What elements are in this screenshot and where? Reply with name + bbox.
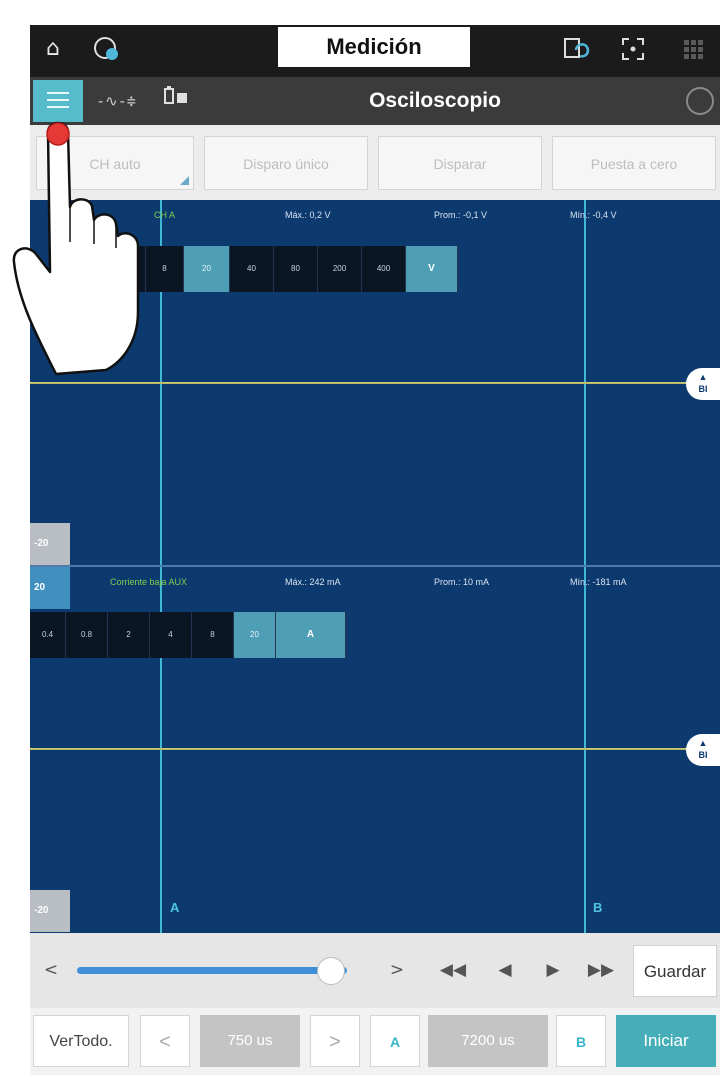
time-a-prev-button[interactable]: < [140,1015,190,1067]
channel1-marker-label: BI [698,384,708,394]
play-icon[interactable]: ▶ [536,953,570,987]
cursor-a-button[interactable]: A [370,1015,420,1067]
start-button[interactable]: Iniciar [616,1015,716,1067]
range-option[interactable]: 0.8 [66,612,108,658]
range-option[interactable]: 200 [318,246,362,292]
range-option[interactable]: 2 [108,612,150,658]
refresh-icon[interactable] [686,87,714,115]
tab-compare-icon[interactable] [148,80,204,122]
channel-divider [30,565,720,567]
channel2-marker-label: BI [698,750,708,760]
channel2-trace [30,748,690,750]
view-all-button[interactable]: VerTodo. [33,1015,129,1067]
vci-sync-icon[interactable] [560,34,590,64]
save-button[interactable]: Guardar [633,945,717,997]
range-option[interactable]: 80 [274,246,318,292]
screenshot-icon[interactable] [618,34,648,64]
range-option-selected[interactable]: 20 [184,246,230,292]
cursor-a-label[interactable]: A [170,900,179,915]
range-option[interactable]: 400 [362,246,406,292]
tap-hand-icon [12,121,140,376]
range-option[interactable]: 8 [146,246,184,292]
channel1-scale-bottom: -20 [30,523,70,565]
page-title: Medición [278,27,470,67]
time-a-value: 750 us [200,1015,300,1067]
channel1-unit[interactable]: V [406,246,458,292]
zero-button[interactable]: Puesta a cero [552,136,716,190]
range-option[interactable]: 40 [230,246,274,292]
range-option[interactable]: 4 [150,612,192,658]
range-option[interactable]: 0.4 [30,612,66,658]
channel2-baseline-marker[interactable]: ▲ BI [686,734,720,766]
slider-prev-button[interactable]: < [34,953,68,987]
vci-connection-icon[interactable] [92,34,122,64]
channel2-label[interactable]: Corriente baja AUX [110,577,187,587]
cursor-b-label[interactable]: B [593,900,602,915]
channel1-min: Mín.: -0,4 V [570,210,617,220]
range-option[interactable]: 8 [192,612,234,658]
status-bar: ⌂ Medición [30,25,720,77]
channel2-avg: Prom.: 10 mA [434,577,490,587]
channel1-trace [30,382,690,384]
range-option-selected[interactable]: 20 [234,612,276,658]
single-trigger-button[interactable]: Disparo único [204,136,368,190]
channel2-unit[interactable]: A [276,612,346,658]
cursor-b-button[interactable]: B [556,1015,606,1067]
playback-slider[interactable] [77,967,347,974]
tab-title: Osciloscopio [369,89,501,112]
channel1-avg: Prom.: -0,1 V [434,210,488,220]
slider-next-button[interactable]: > [380,953,414,987]
time-a-next-button[interactable]: > [310,1015,360,1067]
trigger-button[interactable]: Disparar [378,136,542,190]
channel2-scale-top: 20 [30,567,70,609]
playback-slider-thumb[interactable] [316,957,345,985]
fast-rewind-icon[interactable]: ◀◀ [436,953,470,987]
dropdown-corner-icon [180,176,189,185]
step-back-icon[interactable]: ◀ [488,953,522,987]
channel1-baseline-marker[interactable]: ▲ BI [686,368,720,400]
fast-forward-icon[interactable]: ▶▶ [584,953,618,987]
channel2-scale-bottom: -20 [30,890,70,932]
channel2-min: Mín.: -181 mA [570,577,627,587]
channel1-max: Máx.: 0,2 V [285,210,331,220]
time-b-value: 7200 us [428,1015,548,1067]
home-icon[interactable]: ⌂ [38,34,68,64]
channel2-max: Máx.: 242 mA [285,577,341,587]
apps-grid-icon[interactable] [678,34,708,64]
playback-bar: < > ◀◀ ◀ ▶ ▶▶ Guardar [30,933,720,1008]
channel2-range-selector: 0.4 0.8 2 4 8 20 A [30,612,346,658]
bottom-bar: VerTodo. < 750 us > A 7200 us B Iniciar [30,1008,720,1075]
channel1-label[interactable]: CH A [154,210,175,220]
